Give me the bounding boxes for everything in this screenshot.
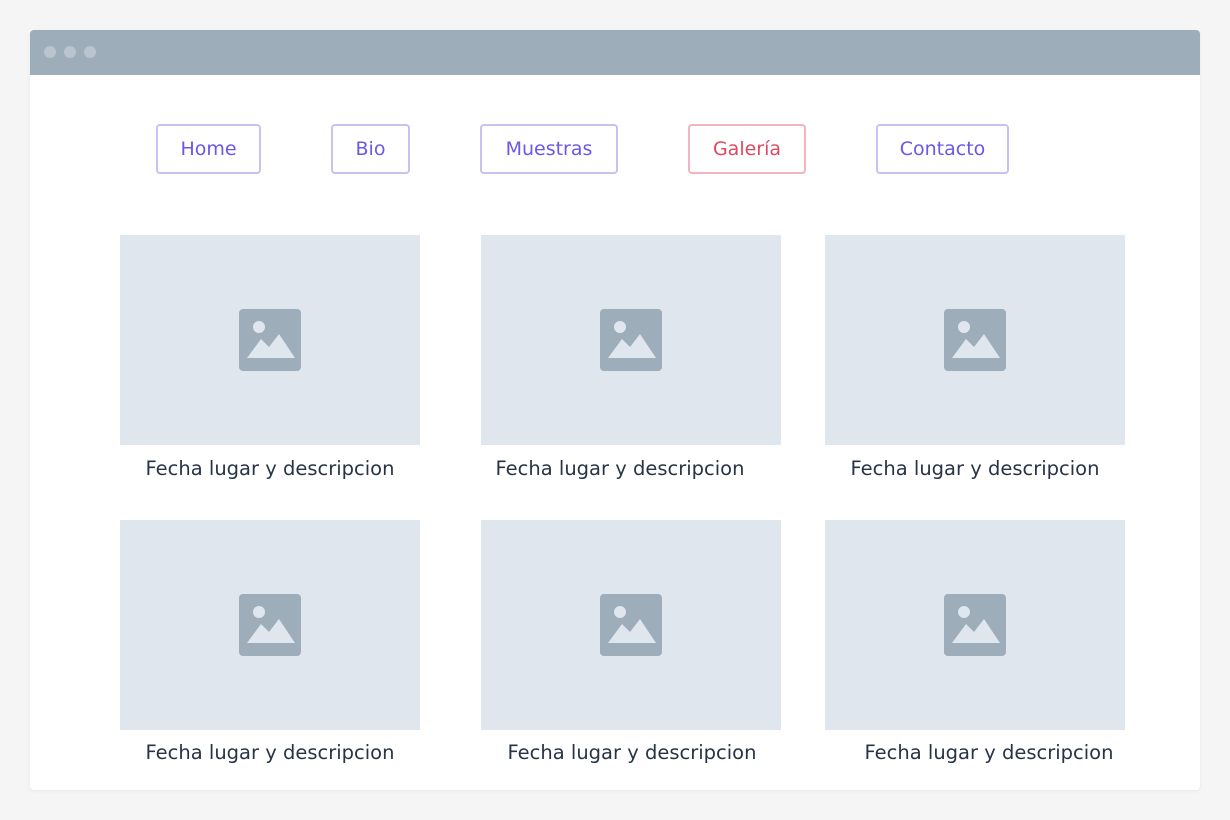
image-placeholder-icon <box>600 594 662 656</box>
nav-home-button[interactable]: Home <box>156 124 261 174</box>
gallery-caption-5: Fecha lugar y descripcion <box>507 741 757 764</box>
nav-muestras-button[interactable]: Muestras <box>480 124 618 174</box>
image-placeholder-icon <box>239 309 301 371</box>
nav-bio-button[interactable]: Bio <box>331 124 410 174</box>
gallery-caption-2: Fecha lugar y descripcion <box>495 457 745 480</box>
gallery-caption-6: Fecha lugar y descripcion <box>864 741 1114 764</box>
gallery-caption-1: Fecha lugar y descripcion <box>145 457 395 480</box>
window-minimize-dot[interactable] <box>64 46 76 58</box>
image-placeholder-icon <box>944 309 1006 371</box>
gallery-image-4[interactable] <box>120 520 420 730</box>
gallery-image-3[interactable] <box>825 235 1125 445</box>
gallery-image-5[interactable] <box>481 520 781 730</box>
window-maximize-dot[interactable] <box>84 46 96 58</box>
gallery-image-2[interactable] <box>481 235 781 445</box>
image-placeholder-icon <box>239 594 301 656</box>
nav-contacto-button[interactable]: Contacto <box>876 124 1009 174</box>
gallery-image-1[interactable] <box>120 235 420 445</box>
window-titlebar <box>30 30 1200 75</box>
browser-window: Home Bio Muestras Galería Contacto Fecha… <box>30 30 1200 790</box>
image-placeholder-icon <box>600 309 662 371</box>
image-placeholder-icon <box>944 594 1006 656</box>
window-close-dot[interactable] <box>44 46 56 58</box>
nav-galeria-button[interactable]: Galería <box>688 124 806 174</box>
gallery-image-6[interactable] <box>825 520 1125 730</box>
gallery-caption-3: Fecha lugar y descripcion <box>850 457 1100 480</box>
gallery-caption-4: Fecha lugar y descripcion <box>145 741 395 764</box>
